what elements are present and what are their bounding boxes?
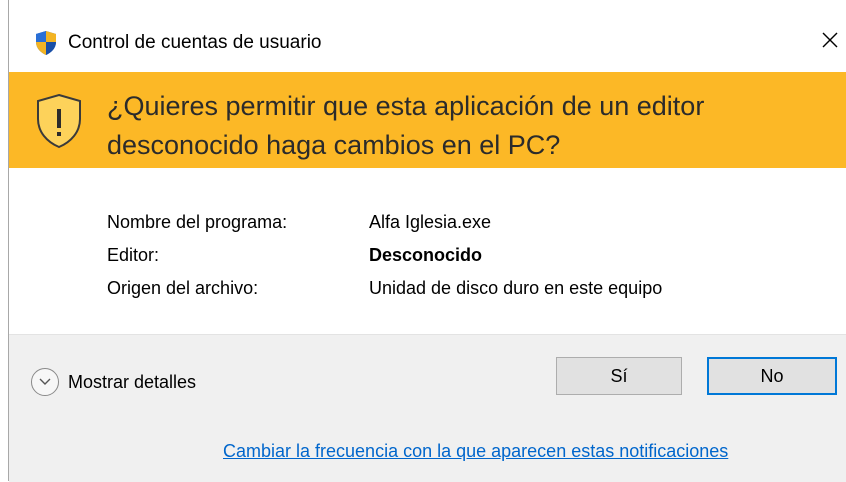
uac-shield-icon: [35, 30, 57, 56]
permission-question: ¿Quieres permitir que esta aplicación de…: [107, 91, 705, 160]
publisher-label: Editor:: [107, 245, 160, 265]
title-bar: Control de cuentas de usuario: [9, 0, 846, 72]
no-button[interactable]: No: [707, 357, 837, 395]
show-details-toggle[interactable]: Mostrar detalles: [31, 365, 196, 399]
yes-button[interactable]: Sí: [556, 357, 682, 395]
program-name-label: Nombre del programa:: [107, 212, 288, 232]
close-button[interactable]: [813, 24, 846, 60]
show-details-label: Mostrar detalles: [68, 371, 197, 392]
dialog-footer: Mostrar detalles Sí No Cambiar la frecue…: [9, 334, 846, 482]
chevron-down-icon: [31, 368, 59, 396]
program-name-value: Alfa Iglesia.exe: [369, 212, 492, 232]
file-origin-value: Unidad de disco duro en este equipo: [369, 278, 663, 298]
uac-dialog: Control de cuentas de usuario ¿Quieres p…: [8, 0, 846, 482]
publisher-value: Desconocido: [369, 245, 483, 265]
window-title: Control de cuentas de usuario: [68, 32, 322, 53]
change-notification-settings-link[interactable]: Cambiar la frecuencia con la que aparece…: [223, 441, 728, 462]
warning-shield-icon: [35, 92, 83, 150]
file-origin-label: Origen del archivo:: [107, 278, 259, 298]
warning-banner: ¿Quieres permitir que esta aplicación de…: [9, 72, 846, 168]
close-icon: [821, 31, 839, 54]
